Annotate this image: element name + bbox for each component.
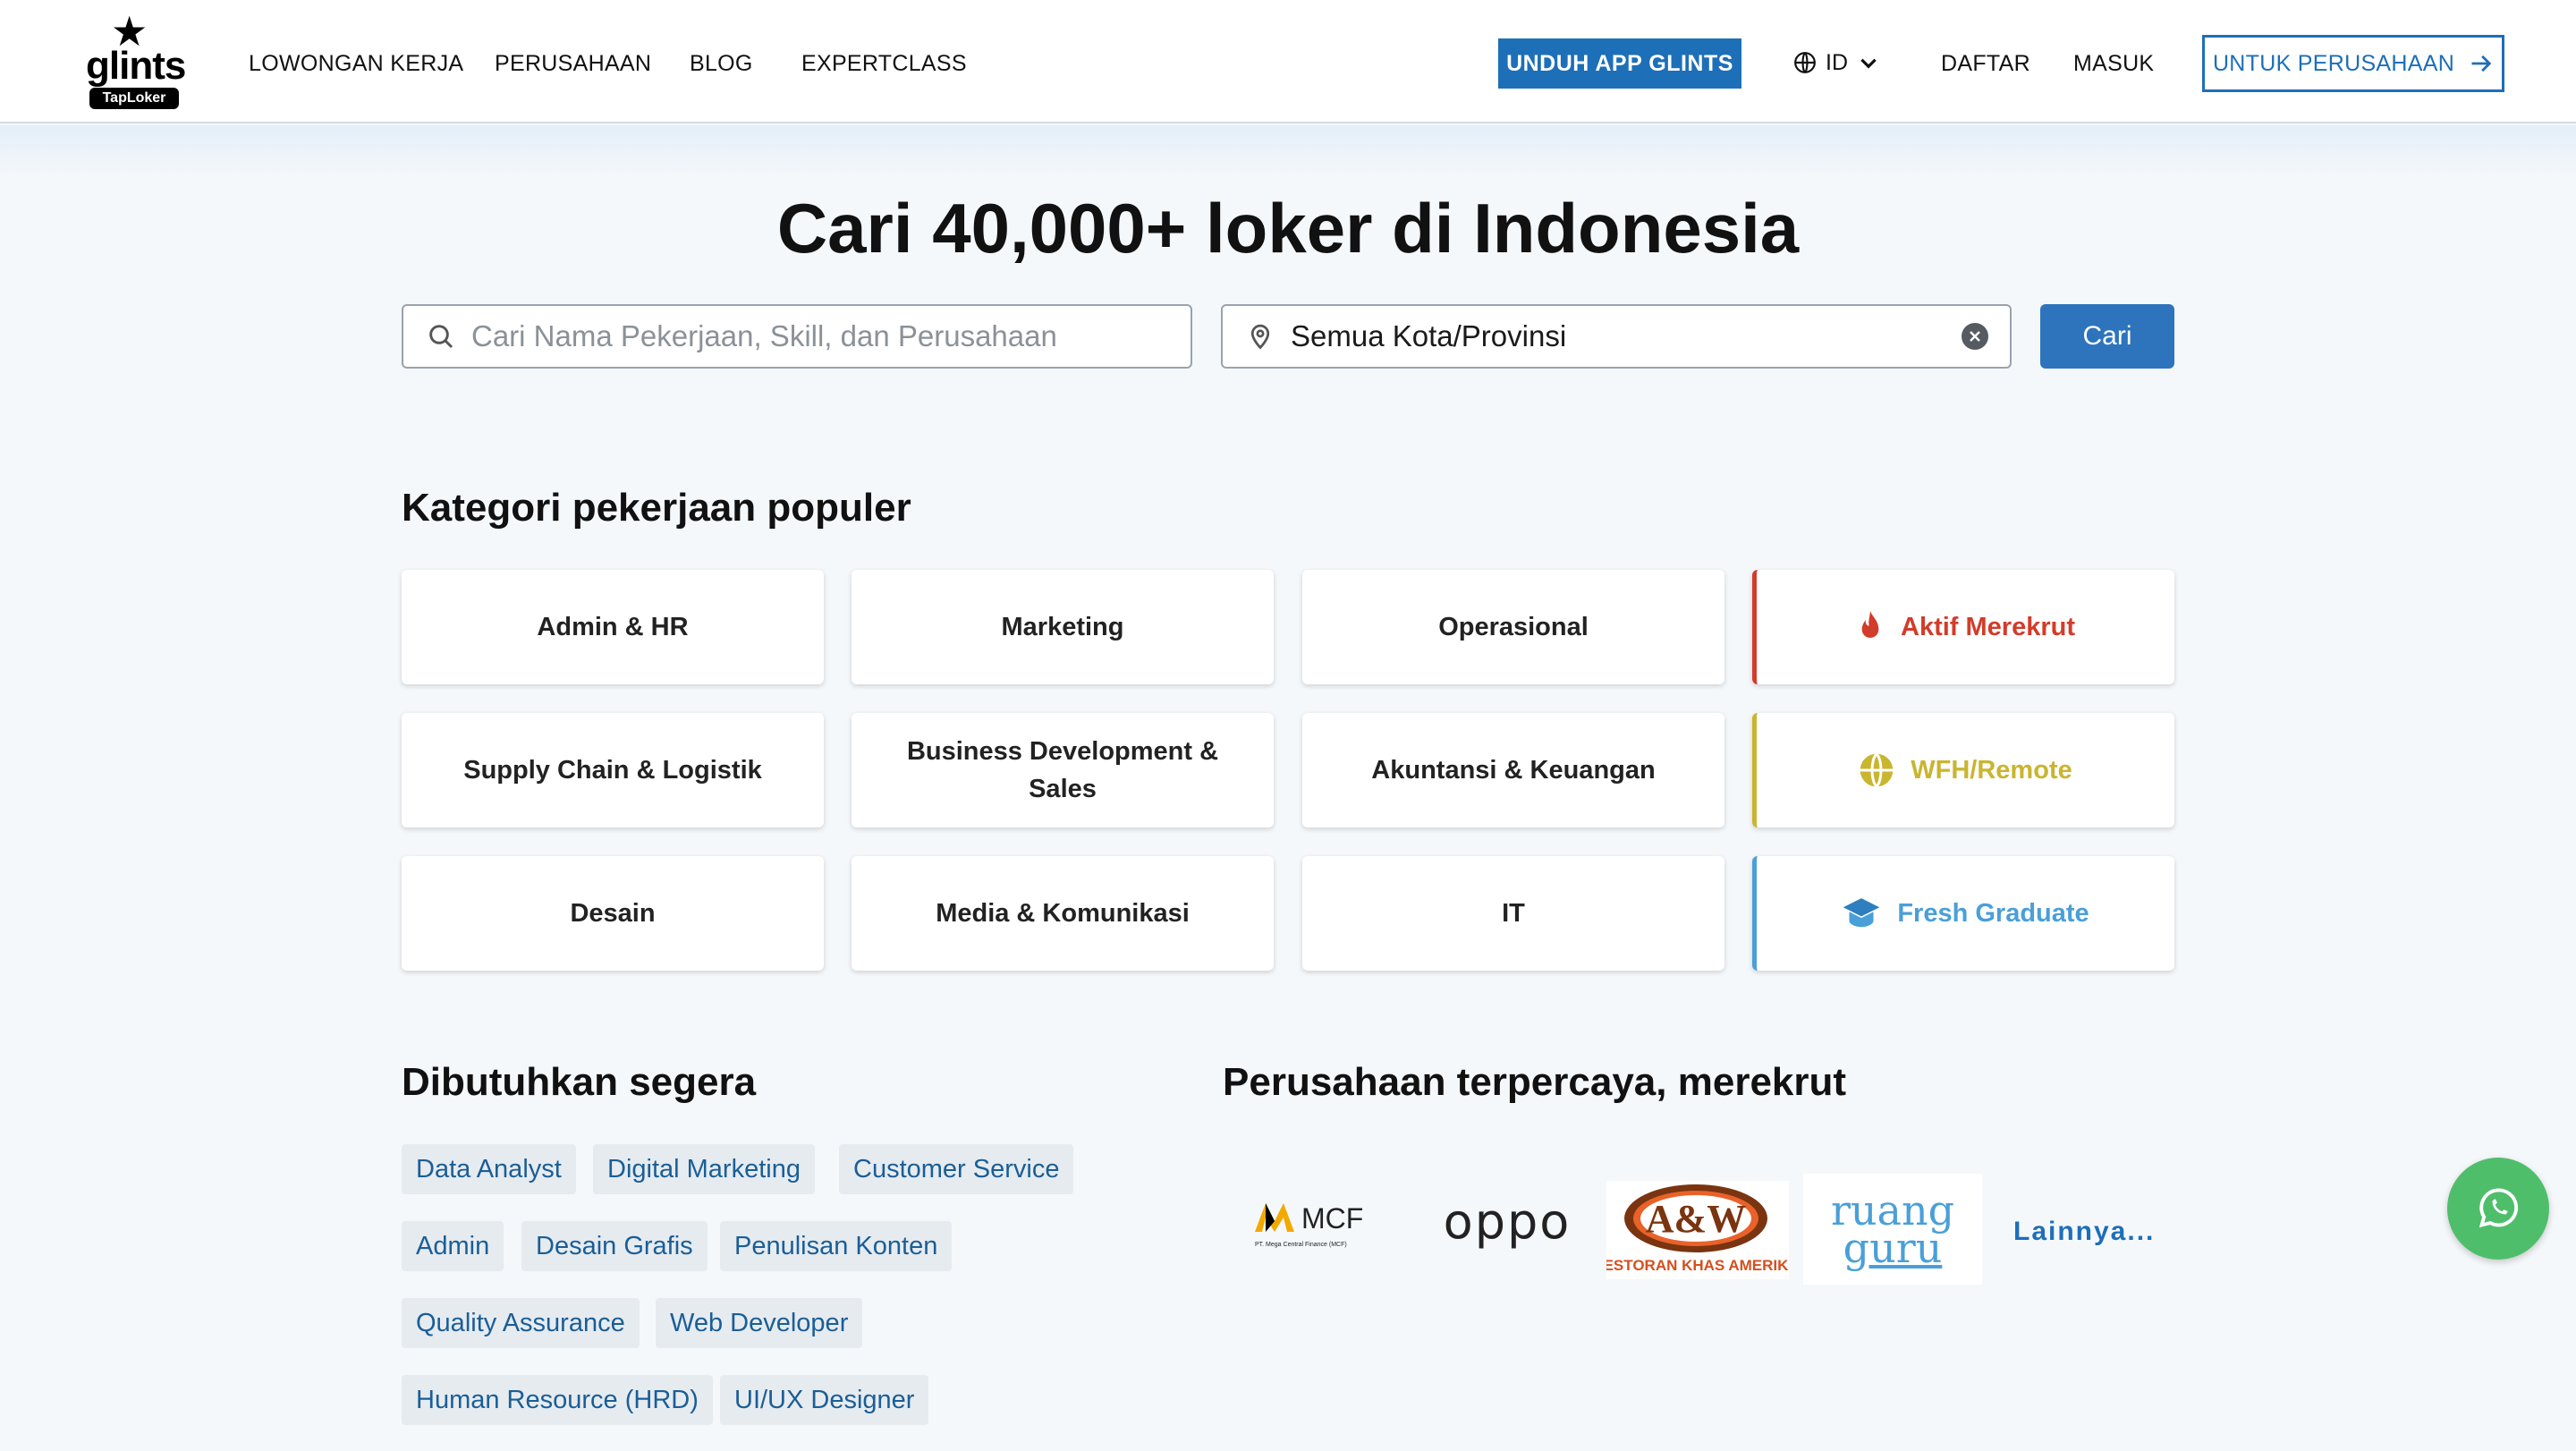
location-field[interactable]	[1221, 304, 2012, 369]
aw-tagline: RESTORAN KHAS AMERIKA	[1606, 1257, 1789, 1274]
category-card-aktif-merekrut[interactable]: Aktif Merekrut	[1752, 570, 2174, 684]
company-logo-oppo[interactable]: oppo	[1427, 1176, 1588, 1266]
company-logo-mcf[interactable]: MCF PT. Mega Central Finance (MCF)	[1239, 1176, 1418, 1266]
globe-icon	[1860, 752, 1894, 788]
tag-web-developer[interactable]: Web Developer	[656, 1298, 863, 1348]
chevron-down-icon	[1860, 58, 1877, 69]
category-card-fresh-graduate[interactable]: Fresh Graduate	[1752, 856, 2174, 971]
category-card-marketing[interactable]: Marketing	[852, 570, 1274, 684]
glints-logo[interactable]: ★ glints TapLoker	[84, 11, 186, 111]
category-card-business-development[interactable]: Business Development & Sales	[852, 713, 1274, 827]
more-companies-link[interactable]: Lainnya...	[2013, 1217, 2155, 1247]
category-card-wfh-remote[interactable]: WFH/Remote	[1752, 713, 2174, 827]
whatsapp-icon	[2479, 1188, 2519, 1228]
register-link[interactable]: DAFTAR	[1941, 50, 2030, 77]
job-search-field[interactable]	[402, 304, 1192, 369]
language-code: ID	[1826, 49, 1848, 75]
for-company-button[interactable]: UNTUK PERUSAHAAN	[2202, 35, 2504, 92]
page-title: Cari 40,000+ loker di Indonesia	[776, 189, 1800, 267]
tag-desain-grafis[interactable]: Desain Grafis	[521, 1221, 708, 1271]
location-pin-icon	[1244, 320, 1276, 352]
category-card-operasional[interactable]: Operasional	[1302, 570, 1724, 684]
login-link[interactable]: MASUK	[2073, 50, 2154, 77]
flame-icon	[1861, 610, 1879, 638]
top-navbar: ★ glints TapLoker LOWONGAN KERJA PERUSAH…	[0, 0, 2576, 123]
fresh-graduate-label: Fresh Graduate	[1897, 899, 2089, 928]
search-icon	[425, 320, 457, 352]
tag-customer-service[interactable]: Customer Service	[839, 1144, 1074, 1194]
nav-expertclass[interactable]: EXPERTCLASS	[801, 50, 967, 77]
tag-human-resource[interactable]: Human Resource (HRD)	[402, 1375, 713, 1425]
clear-location-icon[interactable]	[1962, 323, 1988, 350]
graduation-cap-icon	[1843, 898, 1880, 928]
tag-ui-ux-designer[interactable]: UI/UX Designer	[720, 1375, 929, 1425]
category-card-admin-hr[interactable]: Admin & HR	[402, 570, 824, 684]
nav-lowongan-kerja[interactable]: LOWONGAN KERJA	[249, 50, 463, 77]
category-card-media[interactable]: Media & Komunikasi	[852, 856, 1274, 971]
hero-gradient	[0, 125, 2576, 179]
urgent-title: Dibutuhkan segera	[402, 1060, 757, 1104]
for-company-label: UNTUK PERUSAHAAN	[2212, 50, 2455, 76]
category-card-desain[interactable]: Desain	[402, 856, 824, 971]
category-card-supply-chain[interactable]: Supply Chain & Logistik	[402, 713, 824, 827]
oppo-wordmark: oppo	[1443, 1192, 1572, 1250]
tag-penulisan-konten[interactable]: Penulisan Konten	[720, 1221, 953, 1271]
location-input[interactable]	[1291, 310, 1962, 363]
aktif-merekrut-label: Aktif Merekrut	[1901, 613, 2075, 641]
company-logo-aw[interactable]: A&W RESTORAN KHAS AMERIKA	[1606, 1181, 1789, 1279]
tag-data-analyst[interactable]: Data Analyst	[402, 1144, 576, 1194]
job-search-input[interactable]	[471, 310, 1191, 363]
download-app-button[interactable]: UNDUH APP GLINTS	[1498, 38, 1741, 89]
companies-title: Perusahaan terpercaya, merekrut	[1223, 1060, 1847, 1104]
mcf-wordmark: MCF	[1301, 1202, 1363, 1235]
tag-digital-marketing[interactable]: Digital Marketing	[593, 1144, 815, 1194]
logo-badge: TapLoker	[89, 88, 179, 109]
ruangguru-line2: guru	[1843, 1224, 1943, 1272]
aw-wordmark: A&W	[1646, 1197, 1746, 1241]
wfh-remote-label: WFH/Remote	[1911, 756, 2072, 785]
logo-wordmark: glints	[86, 44, 186, 88]
mcf-subtitle: PT. Mega Central Finance (MCF)	[1255, 1242, 1347, 1248]
nav-perusahaan[interactable]: PERUSAHAAN	[495, 50, 651, 77]
nav-blog[interactable]: BLOG	[690, 50, 753, 77]
categories-title: Kategori pekerjaan populer	[402, 486, 911, 530]
tag-admin[interactable]: Admin	[402, 1221, 504, 1271]
search-button[interactable]: Cari	[2040, 304, 2174, 369]
language-selector[interactable]: ID	[1793, 48, 1880, 77]
arrow-right-icon	[2471, 55, 2492, 72]
tag-quality-assurance[interactable]: Quality Assurance	[402, 1298, 640, 1348]
category-card-akuntansi[interactable]: Akuntansi & Keuangan	[1302, 713, 1724, 827]
globe-icon	[1794, 52, 1816, 73]
whatsapp-chat-button[interactable]	[2447, 1158, 2549, 1260]
company-logo-ruangguru[interactable]: ruang guru	[1803, 1174, 1982, 1285]
category-card-it[interactable]: IT	[1302, 856, 1724, 971]
